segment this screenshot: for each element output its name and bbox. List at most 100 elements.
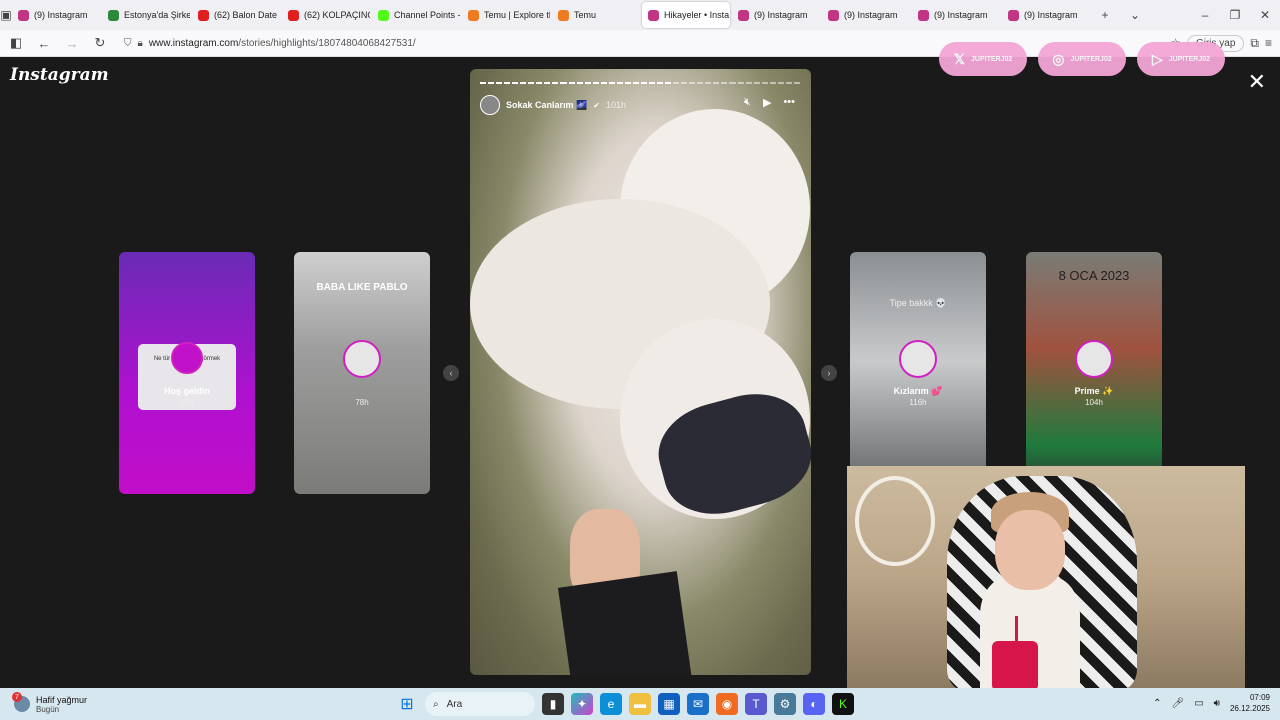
new-tab-icon[interactable]: + (1090, 8, 1120, 22)
progress-segment (785, 82, 792, 84)
social-pill-youtube: ▷ JUPITERJ02 (1137, 42, 1225, 76)
progress-segment (761, 82, 768, 84)
side-story-4[interactable]: 8 OCA 2023 Prime ✨ 104h (1026, 252, 1162, 494)
extensions-icon[interactable]: ⧉ (1250, 36, 1259, 51)
tab-favicon-icon (918, 9, 929, 21)
play-icon[interactable]: ▶ (763, 96, 771, 109)
sidebar-toggle-icon[interactable]: ◧ (4, 31, 28, 55)
avatar (171, 342, 203, 374)
browser-tab[interactable]: Temu (552, 2, 640, 28)
side-story-3[interactable]: Tipe bakkk 💀 Kızlarım 💕 116h (850, 252, 986, 494)
side-story-2[interactable]: BABA LIKE PABLO 78h (294, 252, 430, 494)
browser-tab[interactable]: (62) Balon Date S (192, 2, 280, 28)
more-options-icon[interactable]: ••• (783, 96, 795, 109)
tab-favicon-icon (378, 9, 389, 21)
progress-segment (480, 82, 487, 84)
story-time: 78h (355, 398, 369, 407)
instagram-logo[interactable]: Instagram (10, 65, 109, 85)
file-explorer-icon[interactable]: ▬ (629, 693, 651, 715)
progress-segment (488, 82, 495, 84)
side-story-1[interactable]: Ne tür özel içerik görmek istiyorsun? Ho… (119, 252, 255, 494)
clock[interactable]: 07:09 26.12.2025 (1230, 692, 1270, 714)
pill-label: JUPITERJ02 (1168, 55, 1211, 63)
progress-segment (713, 82, 720, 84)
progress-segment (769, 82, 776, 84)
address-bar[interactable]: ⛉ 🔒︎ www.instagram.com/stories/highlight… (124, 38, 824, 49)
forward-icon[interactable]: → (60, 31, 84, 55)
tab-favicon-icon (288, 9, 299, 21)
leg (557, 571, 693, 675)
story-overlay-text: Tipe bakkk 💀 (889, 298, 947, 308)
progress-segment (624, 82, 631, 84)
previous-story-icon[interactable]: ‹ (443, 365, 459, 381)
microphone-icon[interactable]: 🎤︎ (1171, 698, 1184, 709)
progress-segment (721, 82, 728, 84)
progress-segment (737, 82, 744, 84)
minimize-icon[interactable]: – (1190, 8, 1220, 22)
tab-list-icon[interactable]: ⌄ (1120, 8, 1150, 22)
weather-widget[interactable]: 7 Hafif yağmur Bugün (12, 692, 87, 714)
story-username[interactable]: Sokak Canlarım 🌌 (506, 100, 587, 111)
edge-icon[interactable]: e (600, 693, 622, 715)
browser-tab[interactable]: (9) Instagram (732, 2, 820, 28)
tab-favicon-icon (468, 9, 479, 21)
tray-chevron-icon[interactable]: ⌃ (1153, 698, 1161, 709)
search-placeholder: Ara (446, 698, 463, 710)
progress-segment (616, 82, 623, 84)
browser-tab[interactable]: (9) Instagram (1002, 2, 1090, 28)
tab-favicon-icon (828, 9, 839, 21)
taskbar-search[interactable]: ⌕ Ara (425, 692, 535, 716)
next-story-icon[interactable]: › (821, 365, 837, 381)
social-pill-instagram: ◎ JUPITERJ02 (1038, 42, 1126, 76)
tab-favicon-icon (18, 9, 29, 21)
pill-label: JUPITERJ02 (1070, 55, 1112, 63)
store-icon[interactable]: ▦ (658, 693, 680, 715)
browser-tab[interactable]: (9) Instagram (912, 2, 1000, 28)
tab-favicon-icon (648, 9, 659, 21)
progress-segment (608, 82, 615, 84)
outlook-icon[interactable]: ✉ (687, 693, 709, 715)
settings-icon[interactable]: ⚙ (774, 693, 796, 715)
menu-icon[interactable]: ≡ (1265, 36, 1272, 50)
close-story-button[interactable]: ✕ (1248, 69, 1266, 95)
progress-segment (584, 82, 591, 84)
progress-segment (632, 82, 639, 84)
avatar[interactable] (480, 95, 500, 115)
network-icon[interactable]: ▭ (1194, 698, 1203, 709)
progress-segment (753, 82, 760, 84)
story-time: 104h (1085, 398, 1103, 407)
mute-icon[interactable]: 🔇︎ (744, 96, 751, 109)
progress-segment (665, 82, 672, 84)
browser-tab[interactable]: (9) Instagram (12, 2, 100, 28)
browser-tab[interactable]: (62) KOLPAÇINO (282, 2, 370, 28)
current-story[interactable]: Sokak Canlarım 🌌 ✔ 101h 🔇︎ ▶ ••• (470, 69, 811, 675)
tab-bar: ▣ (9) Instagram Estonya'da Şirket (62) Bal… (0, 0, 1280, 30)
browser-tab[interactable]: Temu | Explore th (462, 2, 550, 28)
cup (992, 641, 1038, 688)
browser-tab[interactable]: (9) Instagram (822, 2, 910, 28)
task-view-icon[interactable]: ▮ (542, 693, 564, 715)
volume-icon[interactable]: 🔊︎ (1214, 698, 1220, 709)
back-icon[interactable]: ← (32, 31, 56, 55)
kick-icon[interactable]: K (832, 693, 854, 715)
maximize-icon[interactable]: ❐ (1220, 8, 1250, 22)
firefox-icon[interactable]: ◉ (716, 693, 738, 715)
progress-segment (544, 82, 551, 84)
browser-tab[interactable]: Estonya'da Şirket (102, 2, 190, 28)
progress-segment (777, 82, 784, 84)
hanging-chair (855, 476, 935, 566)
tab-favicon-icon (738, 9, 749, 21)
tab-label: Estonya'da Şirket (124, 10, 190, 20)
window-close-icon[interactable]: ✕ (1250, 8, 1280, 22)
browser-tab[interactable]: Channel Points - (372, 2, 460, 28)
teams-icon[interactable]: T (745, 693, 767, 715)
tab-overview-icon[interactable]: ▣ (0, 0, 12, 30)
story-header: Sokak Canlarım 🌌 ✔ 101h (480, 95, 626, 115)
windows-start-icon[interactable]: ⊞ (396, 693, 418, 715)
progress-segment (705, 82, 712, 84)
progress-segment (681, 82, 688, 84)
reload-icon[interactable]: ↻ (88, 31, 112, 55)
browser-tab[interactable]: Hikayeler • Insta✕ (642, 2, 730, 28)
discord-icon[interactable]: ◐ (803, 693, 825, 715)
copilot-icon[interactable]: ✦ (571, 693, 593, 715)
